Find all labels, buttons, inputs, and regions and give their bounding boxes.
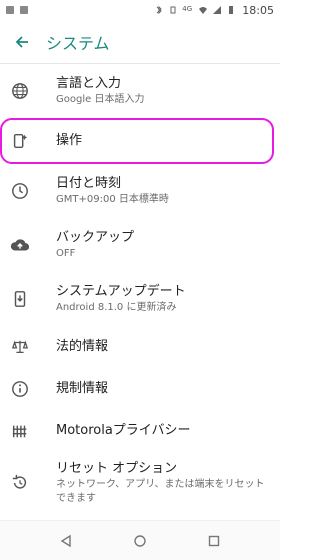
navigation-bar bbox=[0, 520, 280, 560]
triangle-back-icon bbox=[60, 534, 71, 547]
fence-icon bbox=[0, 422, 40, 440]
item-sub: ネットワーク、アプリ、または端末をリセットできます bbox=[56, 479, 265, 504]
circle-home-icon bbox=[134, 534, 146, 547]
square-recents-icon bbox=[208, 535, 220, 546]
item-label: 言語と入力 bbox=[56, 76, 122, 91]
list-item-reset[interactable]: リセット オプション ネットワーク、アプリ、または端末をリセットできます bbox=[0, 452, 280, 514]
list-item-language-input[interactable]: 言語と入力 Google 日本語入力 bbox=[0, 64, 280, 118]
image-notification-icon bbox=[20, 6, 28, 14]
scales-icon bbox=[0, 338, 40, 356]
list-item-backup[interactable]: バックアップ OFF bbox=[0, 218, 280, 272]
item-sub: GMT+09:00 日本標準時 bbox=[56, 194, 169, 205]
item-label: 日付と時刻 bbox=[56, 176, 122, 191]
list-item-regulatory[interactable]: 規制情報 bbox=[0, 368, 280, 410]
item-label: Motorolaプライバシー bbox=[56, 423, 191, 438]
signal-icon bbox=[213, 6, 222, 14]
item-label: 法的情報 bbox=[56, 339, 109, 354]
app-bar: システム bbox=[0, 20, 280, 64]
item-sub: Google 日本語入力 bbox=[56, 94, 145, 105]
status-bar: 4G 18:05 bbox=[0, 0, 280, 20]
item-label: 規制情報 bbox=[56, 381, 109, 396]
status-right: 4G 18:05 bbox=[154, 4, 274, 17]
vibrate-icon bbox=[170, 6, 176, 14]
info-icon bbox=[0, 380, 40, 398]
status-left bbox=[6, 6, 28, 14]
list-item-legal[interactable]: 法的情報 bbox=[0, 326, 280, 368]
clock-icon bbox=[0, 182, 40, 200]
item-label: リセット オプション bbox=[56, 461, 178, 476]
item-label: バックアップ bbox=[56, 230, 135, 245]
item-sub: OFF bbox=[56, 248, 76, 259]
list-item-system-update[interactable]: システムアップデート Android 8.1.0 に更新済み bbox=[0, 272, 280, 326]
notification-icon bbox=[6, 6, 14, 14]
item-sub: Android 8.1.0 に更新済み bbox=[56, 302, 177, 313]
nav-recents-button[interactable] bbox=[202, 529, 226, 553]
list-item-date-time[interactable]: 日付と時刻 GMT+09:00 日本標準時 bbox=[0, 164, 280, 218]
globe-icon bbox=[0, 82, 40, 100]
system-update-icon bbox=[0, 290, 40, 308]
settings-list: 言語と入力 Google 日本語入力 操作 日付と時刻 GMT+09:00 日本… bbox=[0, 64, 280, 514]
bluetooth-icon bbox=[156, 5, 163, 15]
page-title: システム bbox=[46, 34, 110, 53]
status-time: 18:05 bbox=[242, 3, 274, 17]
nav-home-button[interactable] bbox=[128, 529, 152, 553]
network-label: 4G bbox=[182, 5, 193, 13]
wifi-icon bbox=[199, 7, 208, 14]
list-item-motorola-privacy[interactable]: Motorolaプライバシー bbox=[0, 410, 280, 452]
item-label: システムアップデート bbox=[56, 284, 186, 299]
arrow-back-icon bbox=[15, 36, 28, 48]
cloud-upload-icon bbox=[0, 236, 40, 254]
back-button[interactable] bbox=[0, 20, 44, 64]
battery-icon bbox=[229, 6, 234, 14]
nav-back-button[interactable] bbox=[54, 529, 78, 553]
highlight-annotation bbox=[0, 118, 274, 164]
reset-icon bbox=[0, 474, 40, 492]
